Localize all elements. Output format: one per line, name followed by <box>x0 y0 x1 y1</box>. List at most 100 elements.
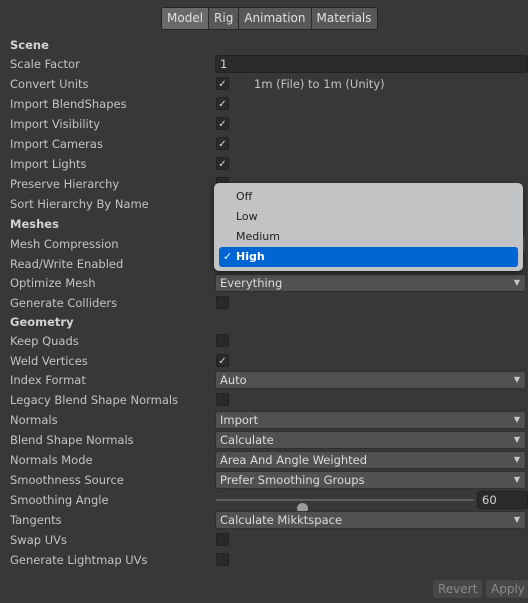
checkmark-icon: ✓ <box>218 79 227 90</box>
mesh-compression-popup: Off Low Medium ✓ High <box>214 183 523 271</box>
checkmark-icon: ✓ <box>218 159 227 170</box>
field-label: Smoothness Source <box>10 473 124 487</box>
row-blend-shape-normals: Blend Shape Normals Calculate ▼ <box>0 430 528 450</box>
smoothness-source-dropdown[interactable]: Prefer Smoothing Groups ▼ <box>215 471 526 489</box>
normals-mode-dropdown[interactable]: Area And Angle Weighted ▼ <box>215 451 526 469</box>
dropdown-value: Prefer Smoothing Groups <box>220 473 365 487</box>
import-lights-checkbox[interactable]: ✓ <box>216 157 229 170</box>
dropdown-value: Area And Angle Weighted <box>220 453 368 467</box>
checkmark-icon: ✓ <box>218 119 227 130</box>
import-visibility-checkbox[interactable]: ✓ <box>216 117 229 130</box>
field-label: Scale Factor <box>10 57 80 71</box>
dropdown-value: Auto <box>220 373 247 387</box>
field-label: Tangents <box>10 513 62 527</box>
option-medium[interactable]: Medium <box>219 227 518 247</box>
option-label: Low <box>236 210 258 223</box>
checkmark-icon: ✓ <box>218 99 227 110</box>
index-format-dropdown[interactable]: Auto ▼ <box>215 371 526 389</box>
chevron-down-icon: ▼ <box>513 278 520 287</box>
field-label: Keep Quads <box>10 334 79 348</box>
field-label: Import Lights <box>10 157 87 171</box>
smoothing-angle-slider[interactable] <box>216 499 474 514</box>
legacy-blend-shape-normals-checkbox[interactable] <box>216 393 229 406</box>
tab-rig[interactable]: Rig <box>209 8 240 29</box>
row-import-visibility: Import Visibility ✓ <box>0 114 528 134</box>
field-label: Preserve Hierarchy <box>10 177 120 191</box>
row-normals-mode: Normals Mode Area And Angle Weighted ▼ <box>0 450 528 470</box>
row-normals: Normals Import ▼ <box>0 410 528 430</box>
checkmark-icon: ✓ <box>223 250 233 263</box>
option-label: High <box>236 250 265 263</box>
units-note: 1m (File) to 1m (Unity) <box>254 77 385 91</box>
keep-quads-checkbox[interactable] <box>216 334 229 347</box>
field-label: Mesh Compression <box>10 237 119 251</box>
row-generate-lightmap-uvs: Generate Lightmap UVs <box>0 550 528 570</box>
field-label: Generate Lightmap UVs <box>10 553 148 567</box>
option-low[interactable]: Low <box>219 207 518 227</box>
tangents-dropdown[interactable]: Calculate Mikktspace ▼ <box>215 511 526 529</box>
option-label: Off <box>236 190 253 203</box>
dropdown-value: Calculate <box>220 433 274 447</box>
field-label: Weld Vertices <box>10 354 88 368</box>
row-import-cameras: Import Cameras ✓ <box>0 134 528 154</box>
field-label: Legacy Blend Shape Normals <box>10 393 179 407</box>
optimize-mesh-dropdown[interactable]: Everything ▼ <box>215 274 526 292</box>
scale-factor-input[interactable]: 1 <box>215 55 528 73</box>
chevron-down-icon: ▼ <box>513 375 520 384</box>
row-swap-uvs: Swap UVs <box>0 530 528 550</box>
dropdown-value: Everything <box>220 276 283 290</box>
row-generate-colliders: Generate Colliders <box>0 293 528 313</box>
dropdown-value: Calculate Mikktspace <box>220 513 343 527</box>
row-convert-units: Convert Units ✓ 1m (File) to 1m (Unity) <box>0 74 528 94</box>
tab-model[interactable]: Model <box>162 8 210 29</box>
convert-units-checkbox[interactable]: ✓ <box>216 77 229 90</box>
chevron-down-icon: ▼ <box>513 475 520 484</box>
row-weld-vertices: Weld Vertices ✓ <box>0 351 528 371</box>
chevron-down-icon: ▼ <box>513 455 520 464</box>
swap-uvs-checkbox[interactable] <box>216 533 229 546</box>
dropdown-value: Import <box>220 413 259 427</box>
chevron-down-icon: ▼ <box>513 515 520 524</box>
field-label: Optimize Mesh <box>10 276 96 290</box>
field-label: Import Visibility <box>10 117 101 131</box>
normals-dropdown[interactable]: Import ▼ <box>215 411 526 429</box>
section-header: Meshes <box>10 217 59 231</box>
option-high[interactable]: ✓ High <box>219 247 518 267</box>
section-header: Geometry <box>10 315 74 329</box>
row-tangents: Tangents Calculate Mikktspace ▼ <box>0 510 528 530</box>
inspector-tabs: Model Rig Animation Materials <box>161 7 378 30</box>
field-label: Normals <box>10 413 58 427</box>
row-legacy-blend-shape-normals: Legacy Blend Shape Normals <box>0 390 528 410</box>
row-optimize-mesh: Optimize Mesh Everything ▼ <box>0 273 528 293</box>
blend-shape-normals-dropdown[interactable]: Calculate ▼ <box>215 431 526 449</box>
tab-animation[interactable]: Animation <box>239 8 312 29</box>
section-header: Scene <box>10 38 49 52</box>
apply-button[interactable]: Apply <box>486 580 528 598</box>
import-cameras-checkbox[interactable]: ✓ <box>216 137 229 150</box>
generate-colliders-checkbox[interactable] <box>216 296 229 309</box>
row-index-format: Index Format Auto ▼ <box>0 370 528 390</box>
smoothing-angle-input[interactable]: 60 <box>477 491 528 509</box>
field-label: Generate Colliders <box>10 296 118 310</box>
row-smoothing-angle: Smoothing Angle 60 <box>0 490 528 514</box>
tab-materials[interactable]: Materials <box>311 8 377 29</box>
field-label: Import Cameras <box>10 137 103 151</box>
checkmark-icon: ✓ <box>218 139 227 150</box>
row-import-lights: Import Lights ✓ <box>0 154 528 174</box>
field-label: Swap UVs <box>10 533 67 547</box>
checkmark-icon: ✓ <box>218 356 227 367</box>
revert-button[interactable]: Revert <box>433 580 483 598</box>
field-label: Blend Shape Normals <box>10 433 134 447</box>
field-label: Read/Write Enabled <box>10 257 124 271</box>
field-label: Sort Hierarchy By Name <box>10 197 149 211</box>
chevron-down-icon: ▼ <box>513 435 520 444</box>
field-label: Convert Units <box>10 77 89 91</box>
option-off[interactable]: Off <box>219 187 518 207</box>
generate-lightmap-uvs-checkbox[interactable] <box>216 553 229 566</box>
row-geometry: Geometry <box>0 312 528 332</box>
field-label: Index Format <box>10 373 86 387</box>
field-label: Smoothing Angle <box>10 493 109 507</box>
import-blendshapes-checkbox[interactable]: ✓ <box>216 97 229 110</box>
weld-vertices-checkbox[interactable]: ✓ <box>216 354 229 367</box>
row-import-blendshapes: Import BlendShapes ✓ <box>0 94 528 114</box>
